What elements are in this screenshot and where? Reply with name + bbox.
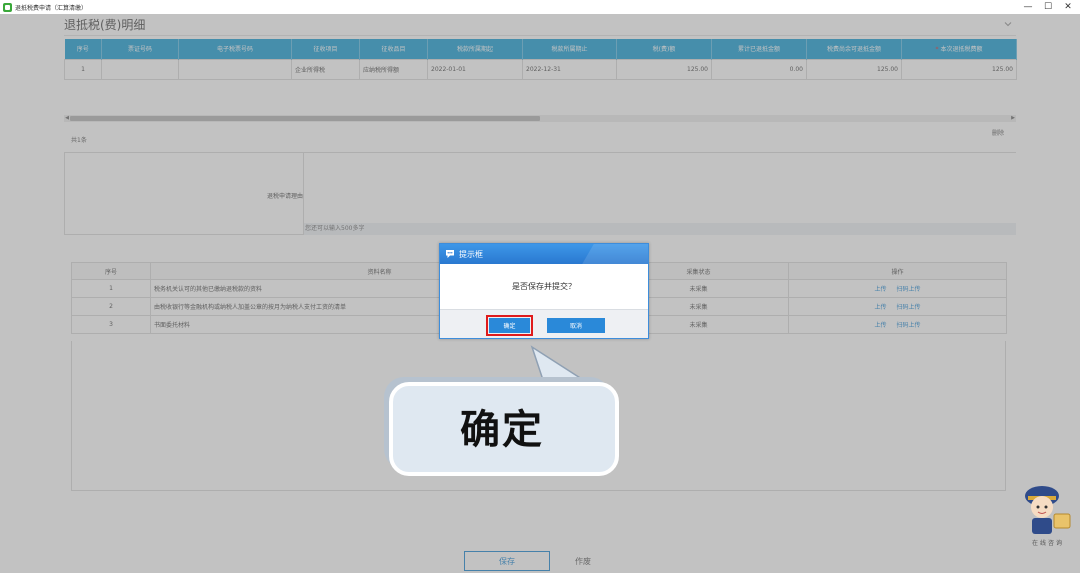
close-button[interactable]: ✕ xyxy=(1058,0,1078,14)
maximize-button[interactable]: ☐ xyxy=(1038,0,1058,14)
dialog-header: 提示框 xyxy=(440,244,648,264)
minimize-button[interactable]: — xyxy=(1018,0,1038,14)
dialog-title: 提示框 xyxy=(459,249,483,259)
title-bar: 退抵税费申请（汇算清缴） — ☐ ✕ xyxy=(0,0,1080,14)
confirm-dialog: 提示框 是否保存并提交？ 确定 取消 xyxy=(439,243,649,339)
assistant-mascot-icon[interactable] xyxy=(1018,474,1074,540)
chat-bubble-icon xyxy=(445,249,455,259)
callout-text: 确定 xyxy=(460,407,544,453)
dialog-footer: 确定 取消 xyxy=(440,309,648,338)
app-icon xyxy=(3,2,12,12)
mascot-caption: 在线咨询 xyxy=(1031,540,1064,547)
window-title: 退抵税费申请（汇算清缴） xyxy=(15,4,88,12)
cancel-button[interactable]: 取消 xyxy=(547,318,605,333)
callout-bubble: 确定 xyxy=(383,376,621,476)
window-controls: — ☐ ✕ xyxy=(1018,0,1078,14)
confirm-button[interactable]: 确定 xyxy=(486,315,533,336)
dialog-message: 是否保存并提交？ xyxy=(512,282,576,291)
